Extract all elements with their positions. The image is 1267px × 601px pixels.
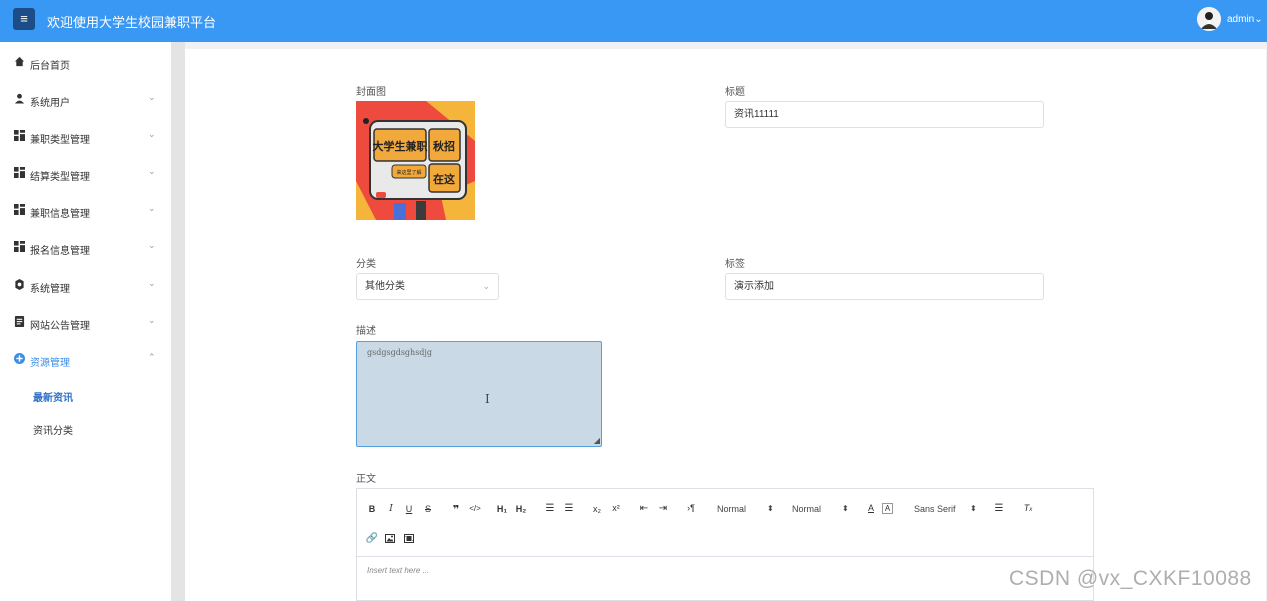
header-2-icon[interactable]: H₂ bbox=[514, 504, 528, 514]
cover-text-side1: 秋招 bbox=[433, 139, 455, 153]
image-icon[interactable] bbox=[385, 534, 395, 543]
plus-circle-icon bbox=[14, 353, 25, 364]
size-select[interactable]: Normal bbox=[792, 504, 821, 514]
chevron-down-icon: ⌄ bbox=[148, 129, 156, 139]
sidebar-scrollbar[interactable] bbox=[171, 42, 185, 601]
editor-toolbar: B I U S ❞ </> H₁ H₂ ☰ ☰ x₂ x² ⇤ ⇥ ›¶ Nor… bbox=[357, 489, 1093, 557]
subscript-icon[interactable]: x₂ bbox=[590, 504, 604, 514]
description-value: gsdgsgdsghsdjg bbox=[367, 348, 433, 357]
category-select[interactable]: 其他分类 ⌄ bbox=[356, 273, 499, 300]
description-label: 描述 bbox=[356, 326, 376, 337]
sort-arrows-icon: ⬍ bbox=[970, 504, 977, 513]
chevron-up-icon: ⌃ bbox=[148, 352, 156, 362]
gear-icon bbox=[15, 279, 24, 290]
grid-icon bbox=[14, 204, 25, 215]
category-label: 分类 bbox=[356, 259, 376, 270]
sidebar-item-announcements[interactable]: 网站公告管理 ⌄ bbox=[0, 310, 171, 334]
strikethrough-icon[interactable]: S bbox=[421, 504, 435, 514]
underline-icon[interactable]: U bbox=[402, 504, 416, 514]
sidebar-item-label: 报名信息管理 bbox=[30, 246, 90, 257]
editor-placeholder[interactable]: Insert text here ... bbox=[367, 566, 429, 575]
link-icon[interactable]: 🔗 bbox=[365, 533, 379, 544]
sidebar-item-label: 后台首页 bbox=[30, 61, 70, 72]
chevron-down-icon: ⌄ bbox=[1254, 14, 1263, 25]
home-icon bbox=[14, 56, 25, 67]
grid-icon bbox=[14, 167, 25, 178]
sidebar-item-label: 资源管理 bbox=[30, 358, 70, 369]
text-cursor-icon: I bbox=[485, 392, 490, 406]
header-1-icon[interactable]: H₁ bbox=[495, 504, 509, 514]
chevron-down-icon: ⌄ bbox=[148, 92, 156, 102]
sort-arrows-icon: ⬍ bbox=[767, 504, 774, 513]
chevron-down-icon: ⌄ bbox=[148, 166, 156, 176]
bold-icon[interactable]: B bbox=[365, 504, 379, 514]
blockquote-icon[interactable]: ❞ bbox=[449, 503, 463, 516]
align-icon[interactable]: ☰ bbox=[992, 503, 1006, 514]
chevron-down-icon: ⌄ bbox=[148, 203, 156, 213]
title-label: 标题 bbox=[725, 87, 745, 98]
cover-text-side2: 在这 bbox=[433, 172, 455, 186]
code-block-icon[interactable]: </> bbox=[468, 504, 482, 513]
sidebar-subitem-latest-news[interactable]: 最新资讯 bbox=[33, 389, 73, 404]
description-textarea[interactable]: gsdgsgdsghsdjg I ◢ bbox=[356, 341, 602, 447]
app-title: 欢迎使用大学生校园兼职平台 bbox=[47, 15, 217, 30]
background-color-icon[interactable]: A bbox=[882, 503, 893, 514]
avatar[interactable] bbox=[1197, 7, 1221, 31]
superscript-icon[interactable]: x² bbox=[609, 503, 623, 513]
sidebar-item-job-types[interactable]: 兼职类型管理 ⌄ bbox=[0, 124, 171, 148]
user-name: admin bbox=[1227, 14, 1255, 25]
sidebar-item-system[interactable]: 系统管理 ⌄ bbox=[0, 273, 171, 297]
sidebar-item-resources[interactable]: 资源管理 ⌃ bbox=[0, 347, 171, 371]
ordered-list-icon[interactable]: ☰ bbox=[543, 503, 557, 514]
hamburger-icon[interactable]: ≡ bbox=[13, 8, 35, 30]
document-icon bbox=[14, 316, 25, 327]
sidebar-item-registrations[interactable]: 报名信息管理 ⌄ bbox=[0, 235, 171, 259]
chevron-down-icon: ⌄ bbox=[482, 281, 490, 291]
cover-image[interactable]: 大学生兼职 秋招 来这里了解 在这 bbox=[356, 101, 475, 220]
sidebar-subitem-news-category[interactable]: 资讯分类 bbox=[33, 422, 73, 437]
grid-icon bbox=[14, 241, 25, 252]
tags-label: 标签 bbox=[725, 259, 745, 270]
grid-icon bbox=[14, 130, 25, 141]
italic-icon[interactable]: I bbox=[384, 504, 398, 514]
rich-text-editor: B I U S ❞ </> H₁ H₂ ☰ ☰ x₂ x² ⇤ ⇥ ›¶ Nor… bbox=[356, 488, 1094, 601]
clear-format-icon[interactable]: Tx bbox=[1021, 503, 1035, 513]
cover-label: 封面图 bbox=[356, 87, 386, 98]
bullet-list-icon[interactable]: ☰ bbox=[562, 503, 576, 514]
sidebar-item-label: 结算类型管理 bbox=[30, 172, 90, 183]
sidebar-item-label: 兼职类型管理 bbox=[30, 135, 90, 146]
title-input[interactable]: 资讯11111 bbox=[725, 101, 1044, 128]
sidebar-item-label: 系统管理 bbox=[30, 284, 70, 295]
sidebar: 后台首页 系统用户 ⌄ 兼职类型管理 ⌄ 结算类型管理 ⌄ 兼职信息管理 ⌄ 报… bbox=[0, 42, 171, 601]
category-value: 其他分类 bbox=[365, 281, 405, 292]
indent-icon[interactable]: ⇥ bbox=[656, 503, 670, 514]
header-select[interactable]: Normal bbox=[717, 504, 746, 514]
sidebar-item-job-info[interactable]: 兼职信息管理 ⌄ bbox=[0, 198, 171, 222]
sidebar-item-label: 系统用户 bbox=[30, 98, 70, 109]
video-icon[interactable] bbox=[404, 534, 414, 543]
tags-input[interactable]: 演示添加 bbox=[725, 273, 1044, 300]
top-header: ≡ 欢迎使用大学生校园兼职平台 admin⌄ bbox=[0, 0, 1267, 42]
text-direction-icon[interactable]: ›¶ bbox=[684, 503, 698, 513]
sort-arrows-icon: ⬍ bbox=[842, 504, 849, 513]
watermark: CSDN @vx_CXKF10088 bbox=[1009, 567, 1252, 590]
chevron-down-icon: ⌄ bbox=[148, 240, 156, 250]
user-menu[interactable]: admin⌄ bbox=[1227, 14, 1263, 25]
sidebar-item-label: 兼职信息管理 bbox=[30, 209, 90, 220]
body-label: 正文 bbox=[356, 474, 376, 485]
sidebar-item-label: 网站公告管理 bbox=[30, 321, 90, 332]
user-icon bbox=[14, 93, 25, 104]
resize-grip-icon[interactable]: ◢ bbox=[594, 436, 600, 445]
sidebar-item-users[interactable]: 系统用户 ⌄ bbox=[0, 87, 171, 111]
outdent-icon[interactable]: ⇤ bbox=[637, 503, 651, 514]
text-color-icon[interactable]: A bbox=[864, 503, 878, 513]
sidebar-item-settlement-types[interactable]: 结算类型管理 ⌄ bbox=[0, 161, 171, 185]
chevron-down-icon: ⌄ bbox=[148, 278, 156, 288]
cover-text-sub: 来这里了解 bbox=[396, 169, 421, 176]
font-select[interactable]: Sans Serif bbox=[914, 504, 956, 514]
cover-text-main: 大学生兼职 bbox=[373, 139, 428, 153]
chevron-down-icon: ⌄ bbox=[148, 315, 156, 325]
sidebar-item-home[interactable]: 后台首页 bbox=[0, 50, 171, 74]
